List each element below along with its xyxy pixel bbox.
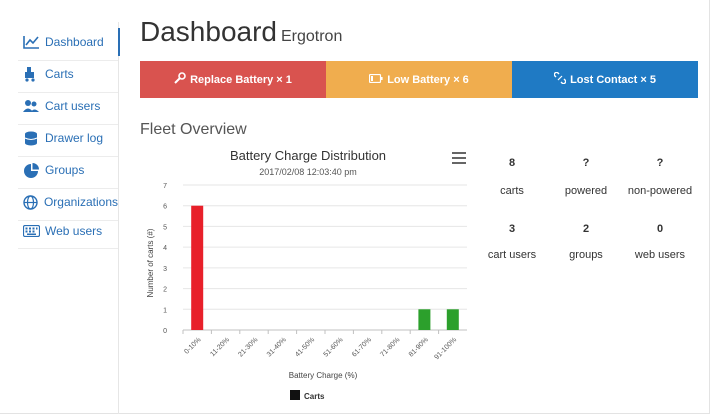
stat-groups-value: 2 <box>582 223 590 235</box>
stat-cart-users-value: 3 <box>508 223 516 235</box>
sidebar-item-label: Drawer log <box>45 131 104 145</box>
sidebar-item-groups[interactable]: Groups <box>18 156 118 184</box>
chart-title: Battery Charge Distribution <box>230 148 386 163</box>
sidebar-item-web-users[interactable]: Web users <box>18 217 118 245</box>
stat-powered-value: ? <box>582 157 590 169</box>
section-title: Fleet Overview <box>140 121 247 138</box>
keyboard-icon <box>22 223 40 239</box>
stat-groups-label: groups <box>569 249 603 261</box>
chart-menu-icon[interactable] <box>452 152 466 164</box>
x-tick-label: 71-80% <box>379 336 401 358</box>
x-axis-label: Battery Charge (%) <box>289 371 358 380</box>
page-subtitle: Ergotron <box>280 28 343 45</box>
x-tick-label: 41-50% <box>294 336 316 358</box>
sidebar-item-label: Organizations <box>43 195 118 209</box>
alert-label: Replace Battery × 1 <box>190 73 292 86</box>
legend-label[interactable]: Carts <box>304 392 325 401</box>
chart-bar[interactable] <box>418 309 431 330</box>
sidebar-item-label: Web users <box>45 224 103 238</box>
battery-chart: Battery Charge Distribution 2017/02/08 1… <box>140 140 470 410</box>
battery-chart-svg: Battery Charge Distribution 2017/02/08 1… <box>146 148 467 401</box>
y-tick-label: 1 <box>163 307 167 314</box>
sidebar-item-organizations[interactable]: Organizations <box>18 188 118 216</box>
y-tick-label: 7 <box>163 183 167 190</box>
y-tick-label: 4 <box>163 245 167 252</box>
replace-battery-alert[interactable]: Replace Battery × 1 <box>140 61 326 98</box>
sidebar-item-label: Dashboard <box>45 35 104 49</box>
alert-label: Low Battery × 6 <box>387 73 469 86</box>
y-tick-label: 6 <box>163 204 167 211</box>
sidebar-item-label: Carts <box>45 67 74 81</box>
pie-chart-icon <box>22 162 40 178</box>
unlink-icon <box>553 71 570 87</box>
x-tick-label: 51-60% <box>323 336 345 358</box>
x-tick-label: 21-30% <box>237 336 259 358</box>
sidebar-item-label: Groups <box>45 163 85 177</box>
sidebar-item-dashboard[interactable]: Dashboard <box>18 28 120 56</box>
y-tick-label: 0 <box>163 328 167 335</box>
users-icon <box>22 98 40 114</box>
y-tick-label: 3 <box>163 266 167 273</box>
y-tick-label: 2 <box>163 287 167 294</box>
sidebar-item-carts[interactable]: Carts <box>18 60 118 88</box>
x-tick-label: 81-90% <box>408 336 430 358</box>
sidebar: Dashboard Carts Cart users Drawer log Gr… <box>18 22 120 414</box>
page-title-text: Dashboard <box>140 16 277 47</box>
sidebar-item-cart-users[interactable]: Cart users <box>18 92 118 120</box>
stat-web-users-label: web users <box>634 249 686 261</box>
y-tick-label: 5 <box>163 224 167 231</box>
stat-cart-users-label: cart users <box>487 249 537 261</box>
x-tick-label: 91-100% <box>433 336 458 361</box>
stat-powered-label: powered <box>564 185 608 197</box>
x-tick-label: 31-40% <box>266 336 288 358</box>
x-tick-label: 61-70% <box>351 336 373 358</box>
chart-bar[interactable] <box>446 309 459 330</box>
sidebar-divider <box>18 248 118 249</box>
page-title: Dashboard Ergotron <box>140 16 342 48</box>
globe-icon <box>22 194 39 210</box>
chart-subtitle: 2017/02/08 12:03:40 pm <box>259 167 357 177</box>
x-tick-label: 11-20% <box>209 336 231 358</box>
stat-carts-value: 8 <box>508 157 516 169</box>
battery-low-icon <box>369 73 387 86</box>
x-tick-label: 0-10% <box>183 336 202 355</box>
sidebar-item-drawer-log[interactable]: Drawer log <box>18 124 118 152</box>
low-battery-alert[interactable]: Low Battery × 6 <box>326 61 512 98</box>
y-axis-label: Number of carts (#) <box>146 228 155 297</box>
chart-bar[interactable] <box>191 205 204 330</box>
stat-web-users-value: 0 <box>656 223 664 235</box>
line-chart-icon <box>22 34 40 50</box>
cart-icon <box>22 66 40 82</box>
stat-carts-label: carts <box>500 185 524 197</box>
sidebar-item-label: Cart users <box>45 99 101 113</box>
legend-swatch <box>290 390 300 400</box>
database-icon <box>22 130 40 146</box>
wrench-icon <box>174 72 190 87</box>
stat-non-powered-label: non-powered <box>627 185 693 197</box>
stat-non-powered-value: ? <box>656 157 664 169</box>
alert-label: Lost Contact × 5 <box>570 73 656 86</box>
lost-contact-alert[interactable]: Lost Contact × 5 <box>512 61 698 98</box>
